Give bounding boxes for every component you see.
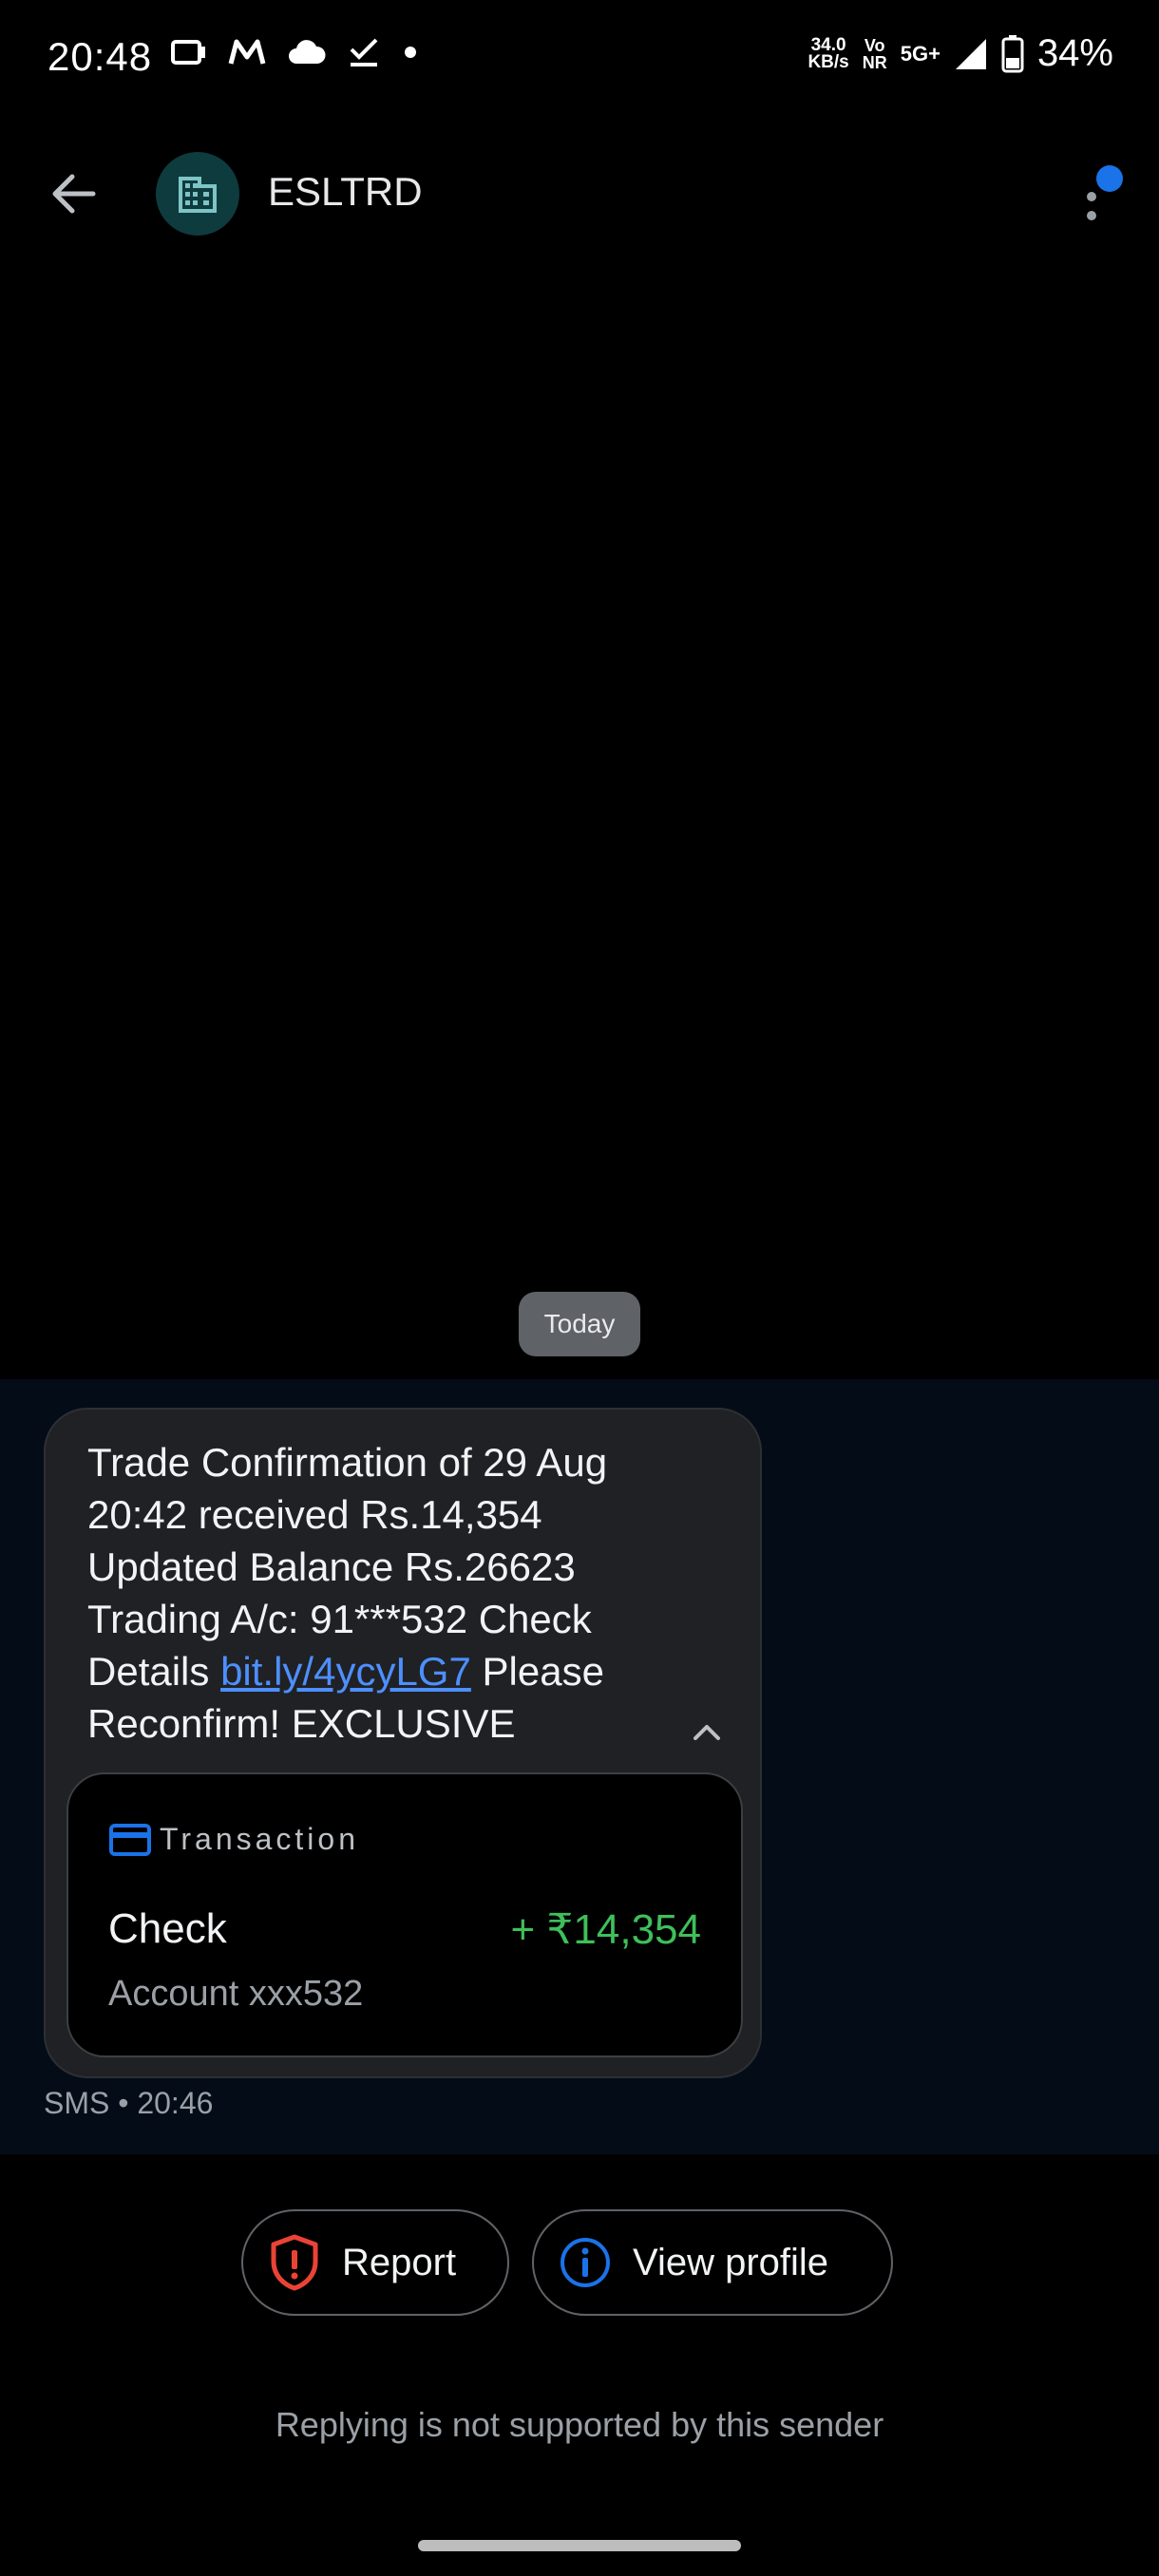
status-bar: 20:48 34.0 KB/s Vo NR 5G+ 34% [0,0,1159,114]
network-speed: 34.0 KB/s [808,34,849,72]
transaction-amount: + ₹14,354 [510,1906,702,1953]
message-line: Trading A/c: 91***532 Check [87,1597,592,1641]
status-icons-right: 34.0 KB/s Vo NR 5G+ 34% [808,32,1113,75]
home-indicator[interactable] [418,2540,741,2551]
speed-value: 34.0 [810,34,846,55]
m-app-icon [228,39,266,65]
message-meta: SMS • 20:46 [44,2086,214,2120]
signal-icon [955,38,986,69]
info-icon [560,2238,610,2287]
transaction-card[interactable]: Transaction Check + ₹14,354 Account xxx5… [66,1772,743,2057]
shield-alert-icon [271,2234,318,2291]
dot-icon [405,47,416,58]
view-profile-button[interactable]: View profile [532,2209,893,2316]
speed-unit: KB/s [808,51,849,72]
message-bubble[interactable]: Trade Confirmation of 29 Aug 20:42 recei… [44,1408,762,2078]
message-line: Reconfirm! EXCLUSIVE [87,1701,516,1746]
transaction-card-header: Transaction [108,1822,359,1857]
cloud-icon [289,40,326,64]
battery-icon [1001,34,1024,72]
credit-card-icon [109,1823,151,1856]
transaction-label: Transaction [160,1822,359,1856]
sender-avatar[interactable] [156,152,239,236]
volte-indicator: Vo NR [863,37,887,71]
check-icon [350,38,378,66]
message-line: Updated Balance Rs.26623 [87,1544,576,1589]
menu-dot [1087,192,1096,201]
network-type: 5G+ [900,41,940,66]
app-bar: ESLTRD [0,142,1159,247]
message-text-fragment: Please [470,1649,604,1694]
screen-record-icon [171,40,205,65]
chevron-up-icon[interactable] [688,1714,726,1752]
reply-not-supported-note: Replying is not supported by this sender [275,2405,884,2444]
message-text: Trade Confirmation of 29 Aug 20:42 recei… [87,1436,695,1750]
status-icons-left [169,36,420,68]
report-label: Report [342,2241,457,2283]
date-chip: Today [519,1292,640,1356]
message-line: Trade Confirmation of 29 Aug [87,1440,608,1485]
back-arrow-icon[interactable] [46,165,103,222]
status-time: 20:48 [48,34,153,79]
volte-top: Vo [864,35,885,55]
report-button[interactable]: Report [241,2209,509,2316]
menu-dot [1087,211,1096,220]
building-icon [179,177,217,213]
message-area: Trade Confirmation of 29 Aug 20:42 recei… [0,1379,1159,2154]
message-link[interactable]: bit.ly/4ycyLG7 [220,1649,471,1694]
message-text-fragment: Details [87,1649,221,1694]
view-profile-label: View profile [633,2241,829,2283]
transaction-account: Account xxx532 [108,1974,364,2014]
message-line: Details bit.ly/4ycyLG7 Please [87,1645,695,1697]
more-options-icon[interactable] [1083,165,1123,232]
battery-level: 34% [1036,32,1113,74]
message-line: 20:42 received Rs.14,354 [87,1492,542,1537]
sender-name[interactable]: ESLTRD [268,169,423,215]
volte-bottom: NR [862,52,887,72]
transaction-title: Check [108,1905,227,1952]
notification-dot [1096,165,1123,192]
